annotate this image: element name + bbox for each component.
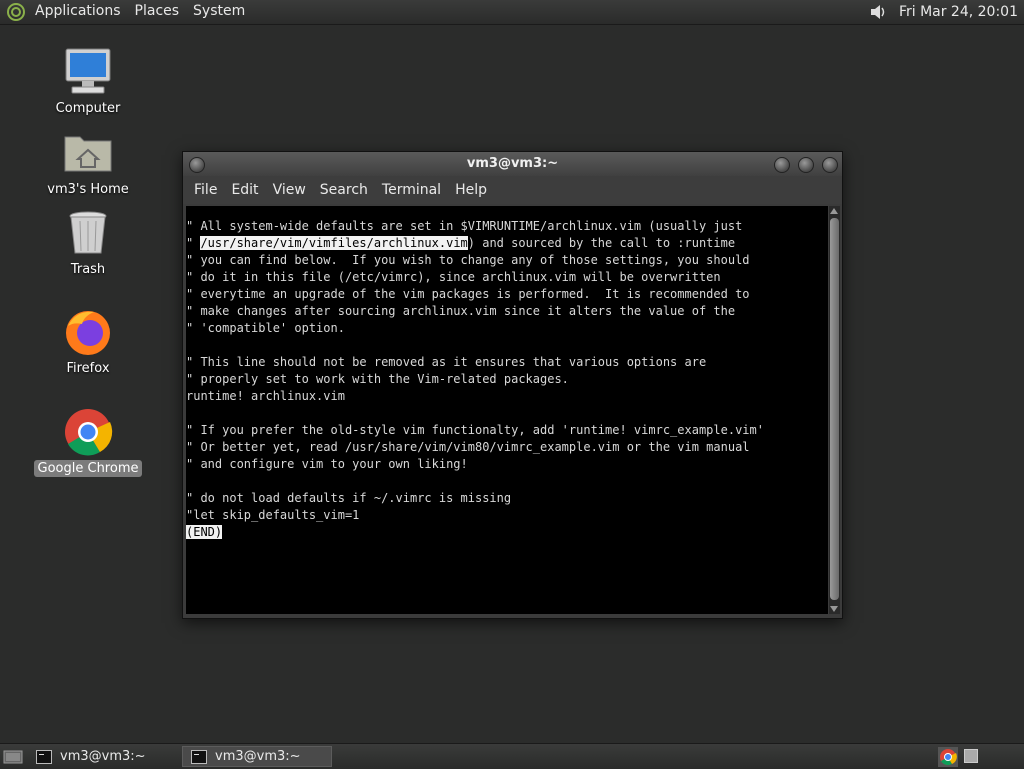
- distro-logo-icon[interactable]: [6, 2, 26, 22]
- taskbar-item-terminal-1[interactable]: vm3@vm3:~: [28, 746, 178, 767]
- menu-edit[interactable]: Edit: [224, 182, 265, 198]
- terminal-line: " All system-wide defaults are set in $V…: [186, 219, 743, 233]
- terminal-line: " properly set to work with the Vim-rela…: [186, 372, 569, 386]
- system-menu[interactable]: System: [186, 0, 252, 24]
- chrome-tray-icon[interactable]: [938, 747, 958, 767]
- desktop-icon-google-chrome[interactable]: Google Chrome: [33, 406, 143, 477]
- desktop-icon-home[interactable]: vm3's Home: [33, 127, 143, 198]
- terminal-icon: [36, 749, 52, 764]
- workspace-switcher[interactable]: [964, 749, 978, 763]
- window-title: vm3@vm3:~: [466, 156, 559, 171]
- minimize-button[interactable]: [774, 157, 790, 173]
- computer-icon: [65, 48, 111, 94]
- firefox-icon: [66, 311, 110, 355]
- desktop-icon-label: Google Chrome: [33, 460, 143, 477]
- places-menu[interactable]: Places: [128, 0, 187, 24]
- home-folder-icon: [64, 136, 112, 172]
- terminal-line: "let skip_defaults_vim=1: [186, 508, 360, 522]
- desktop-icon-label: Trash: [70, 262, 106, 277]
- scrollbar-thumb[interactable]: [830, 218, 839, 600]
- trash-icon: [69, 211, 107, 254]
- menu-search[interactable]: Search: [313, 182, 375, 198]
- close-button[interactable]: [822, 157, 838, 173]
- window-titlebar[interactable]: vm3@vm3:~: [183, 152, 842, 176]
- desktop-icon-trash[interactable]: Trash: [33, 207, 143, 278]
- terminal-line: " do not load defaults if ~/.vimrc is mi…: [186, 491, 512, 505]
- menu-file[interactable]: File: [187, 182, 224, 198]
- terminal-line: " you can find below. If you wish to cha…: [186, 253, 750, 267]
- desktop-icon-label: vm3's Home: [47, 182, 129, 197]
- desktop-icon-label: Firefox: [66, 361, 110, 376]
- terminal-line: runtime! archlinux.vim: [186, 389, 345, 403]
- desktop-icon-computer[interactable]: Computer: [33, 46, 143, 117]
- terminal-line: " Or better yet, read /usr/share/vim/vim…: [186, 440, 750, 454]
- terminal-output[interactable]: " All system-wide defaults are set in $V…: [186, 206, 828, 614]
- applications-menu[interactable]: Applications: [28, 0, 128, 24]
- menu-view[interactable]: View: [266, 182, 313, 198]
- terminal-line: " make changes after sourcing archlinux.…: [186, 304, 736, 318]
- taskbar-item-label: vm3@vm3:~: [215, 749, 301, 764]
- terminal-window[interactable]: vm3@vm3:~ File Edit View Search Terminal…: [182, 151, 843, 619]
- scroll-up-icon[interactable]: [830, 208, 838, 214]
- terminal-line: " do it in this file (/etc/vimrc), since…: [186, 270, 721, 284]
- terminal-icon: [191, 749, 207, 764]
- terminal-text: " All system-wide defaults are set in $V…: [186, 206, 828, 541]
- terminal-line: " and configure vim to your own liking!: [186, 457, 468, 471]
- taskbar-item-terminal-2[interactable]: vm3@vm3:~: [182, 746, 332, 767]
- window-menu-button[interactable]: [189, 157, 205, 173]
- terminal-line: " /usr/share/vim/vimfiles/archlinux.vim)…: [186, 236, 736, 250]
- bottom-panel: vm3@vm3:~ vm3@vm3:~: [0, 743, 1024, 769]
- terminal-line: " If you prefer the old-style vim functi…: [186, 423, 764, 437]
- clock[interactable]: Fri Mar 24, 20:01: [893, 4, 1024, 20]
- desktop-icon-label: Computer: [55, 101, 121, 116]
- terminal-menubar: File Edit View Search Terminal Help: [183, 176, 842, 204]
- selected-text: /usr/share/vim/vimfiles/archlinux.vim: [200, 236, 468, 250]
- terminal-line: " everytime an upgrade of the vim packag…: [186, 287, 750, 301]
- menu-terminal[interactable]: Terminal: [375, 182, 448, 198]
- desktop-icon-firefox[interactable]: Firefox: [33, 306, 143, 377]
- terminal-scrollbar[interactable]: [829, 206, 840, 614]
- pager-status: (END): [186, 525, 223, 539]
- maximize-button[interactable]: [798, 157, 814, 173]
- scroll-down-icon[interactable]: [830, 606, 838, 612]
- show-desktop-icon[interactable]: [2, 748, 24, 766]
- terminal-line: " This line should not be removed as it …: [186, 355, 707, 369]
- terminal-line: " 'compatible' option.: [186, 321, 345, 335]
- volume-icon[interactable]: [869, 3, 887, 21]
- taskbar-item-label: vm3@vm3:~: [60, 749, 146, 764]
- menu-help[interactable]: Help: [448, 182, 494, 198]
- top-panel: Applications Places System Fri Mar 24, 2…: [0, 0, 1024, 25]
- chrome-icon: [65, 409, 113, 456]
